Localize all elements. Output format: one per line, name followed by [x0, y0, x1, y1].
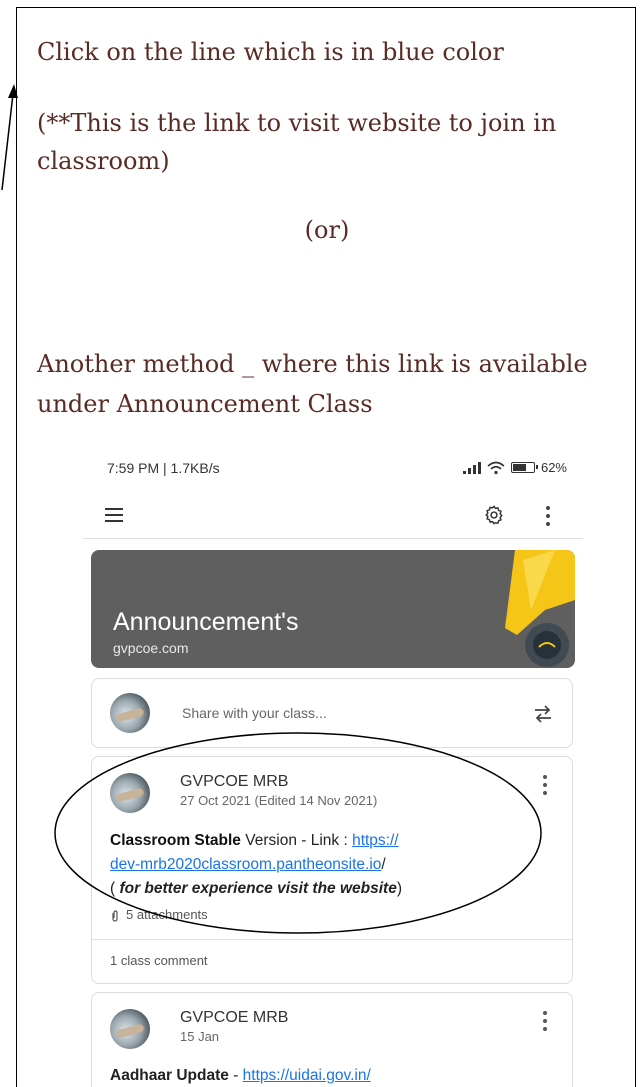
avatar: [110, 693, 150, 733]
more-vert-icon[interactable]: [542, 1011, 548, 1031]
gear-icon[interactable]: [483, 504, 505, 526]
share-placeholder: Share with your class...: [182, 705, 327, 721]
post-author: GVPCOE MRB: [180, 773, 289, 790]
status-icons: 62%: [462, 460, 567, 475]
post-date: 15 Jan: [180, 1029, 220, 1044]
instruction-or: (or): [304, 216, 350, 244]
phone-screenshot: 7:59 PM | 1.7KB/s 62% Announcement's gvp…: [83, 446, 583, 1087]
announcement-post: GVPCOE MRB 27 Oct 2021 (Edited 14 Nov 20…: [91, 756, 573, 984]
class-comment[interactable]: 1 class comment: [110, 953, 208, 968]
app-bar: [83, 494, 583, 539]
post-body: Aadhaar Update - https://uidai.gov.in/: [110, 1067, 371, 1085]
post-text-strong: Aadhaar Update: [110, 1067, 229, 1084]
divider: [92, 939, 572, 940]
arrow-annotation: [1, 84, 18, 190]
post-text: -: [228, 1067, 243, 1084]
battery-level: 62%: [540, 460, 567, 475]
more-vert-icon[interactable]: [545, 506, 551, 526]
note-close: ): [396, 880, 403, 897]
paperclip-icon: [112, 910, 118, 922]
avatar: [110, 1009, 150, 1049]
instruction-line-2: (**This is the link to visit website to …: [37, 109, 557, 175]
banner-subtitle: gvpcoe.com: [113, 640, 189, 656]
banner-graphic: [505, 550, 575, 667]
instruction-line-4: Another method _ where this link is avai…: [37, 350, 588, 418]
menu-icon[interactable]: [105, 508, 123, 522]
attachments-count: 5 attachments: [126, 907, 208, 922]
avatar: [110, 773, 150, 813]
wifi-icon: [487, 461, 505, 474]
instruction-line-1: Click on the line which is in blue color: [37, 38, 504, 66]
repost-icon[interactable]: [532, 703, 554, 725]
post-text: Version - Link :: [240, 832, 353, 849]
post-author: GVPCOE MRB: [180, 1009, 289, 1026]
post-date: 27 Oct 2021 (Edited 14 Nov 2021): [180, 793, 378, 808]
website-link-part1[interactable]: https://: [352, 832, 399, 849]
link-suffix: /: [381, 856, 386, 873]
website-link[interactable]: dev-mrb2020classroom.pantheonsite.io: [110, 856, 381, 873]
uidai-link[interactable]: https://uidai.gov.in/: [243, 1067, 371, 1084]
share-box[interactable]: Share with your class...: [91, 678, 573, 748]
post-body: Classroom Stable Version - Link : https:…: [110, 829, 560, 901]
instruction-frame: Click on the line which is in blue color…: [16, 7, 636, 1087]
class-banner[interactable]: Announcement's gvpcoe.com: [91, 550, 575, 668]
status-time: 7:59 PM | 1.7KB/s: [107, 460, 220, 476]
post-text-strong: Classroom Stable: [110, 832, 241, 849]
post-note: for better experience visit the website: [119, 880, 397, 897]
more-vert-icon[interactable]: [542, 775, 548, 795]
battery-icon: [510, 462, 538, 473]
banner-title: Announcement's: [113, 608, 299, 636]
announcement-post: GVPCOE MRB 15 Jan Aadhaar Update - https…: [91, 992, 573, 1087]
status-bar: 7:59 PM | 1.7KB/s 62%: [107, 460, 567, 480]
signal-icon: [462, 461, 481, 474]
attachments[interactable]: 5 attachments: [110, 907, 208, 922]
